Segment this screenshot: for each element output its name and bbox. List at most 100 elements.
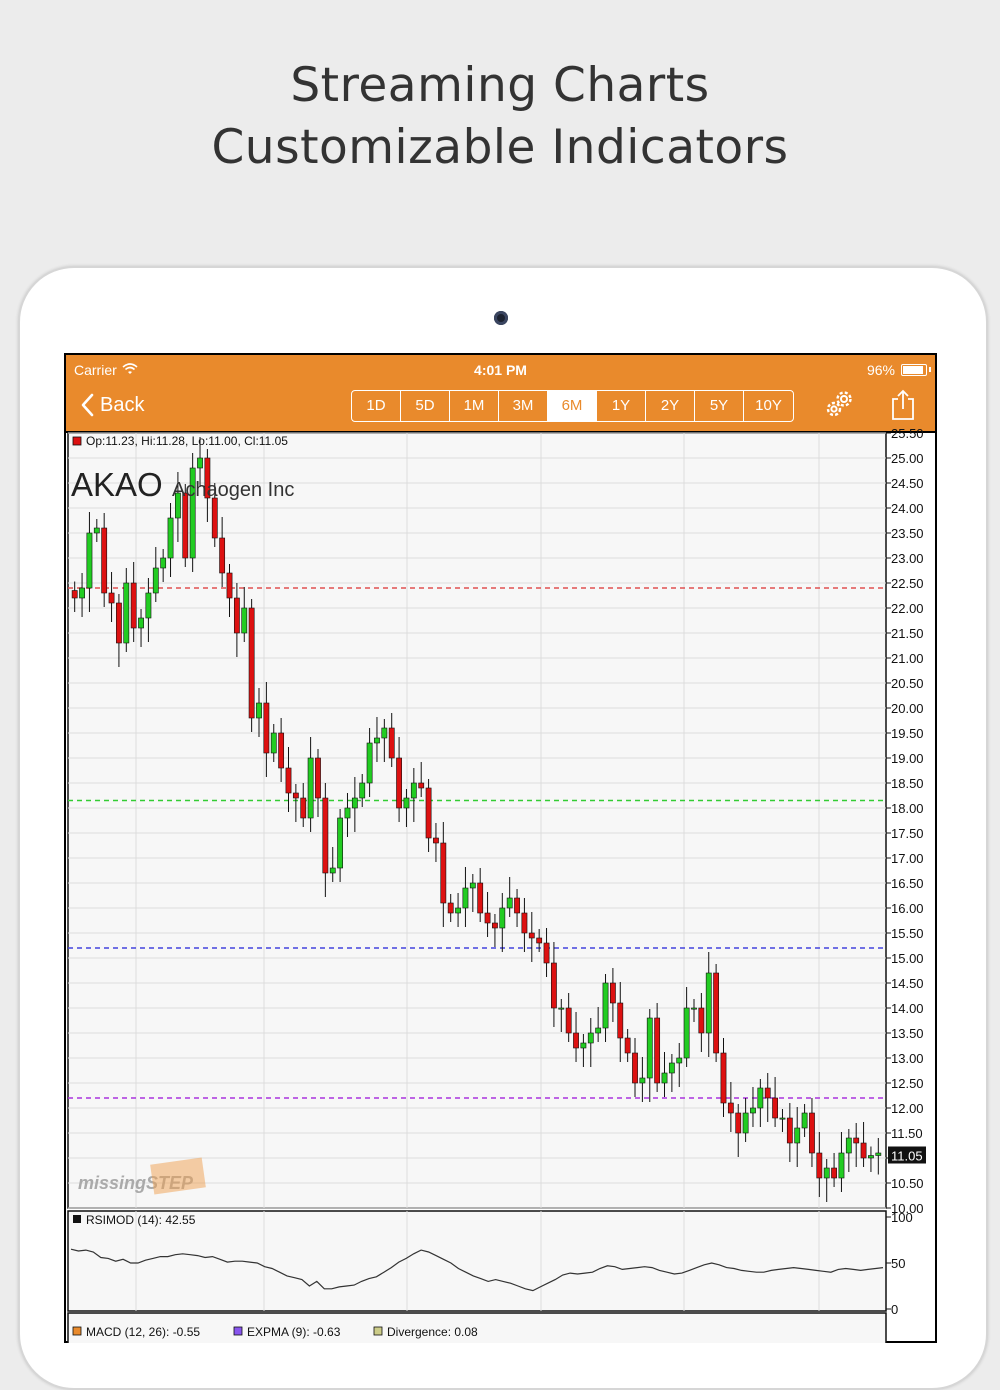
candle-body [860,1142,867,1159]
candle-body [691,1007,697,1010]
candle-body [794,1127,801,1144]
candle-body [410,782,417,799]
candle-body [440,842,447,904]
candle-body [823,1167,830,1179]
candle-body [108,592,115,604]
candle-body [351,797,358,809]
candle-body [219,537,226,574]
candle-body [145,592,152,619]
last-price-value: 11.05 [891,1149,923,1164]
candle-body [617,1002,624,1039]
candle-body [93,527,100,534]
candle-body [396,757,402,809]
candle-body [211,497,218,539]
y-tick-label: 19.50 [891,726,924,741]
candle-body [248,607,255,719]
candle-body [477,882,484,914]
y-tick-label: 25.50 [891,426,924,441]
candle-body [521,912,528,934]
candle-body [573,1032,579,1049]
y-tick-label: 22.50 [891,576,924,591]
candle-body [86,532,93,589]
y-tick-label: 24.00 [891,501,924,516]
ticker-symbol: AKAO [71,466,163,503]
candle-body [528,932,535,939]
divergence-label: Divergence: 0.08 [387,1325,478,1339]
candle-body [366,742,373,784]
candle-body [831,1167,837,1179]
candle-body [130,582,137,629]
candle-body [609,982,616,1004]
y-tick-label: 24.50 [891,476,924,491]
candle-body [698,1007,705,1034]
candle-body [307,757,314,819]
candle-body [138,617,144,629]
y-tick-label: 16.50 [891,876,924,891]
candle-body [727,1102,734,1114]
y-tick-label: 21.00 [891,651,924,666]
candle-body [735,1112,742,1134]
candle-body [624,1037,631,1054]
candle-body [551,962,557,1009]
candle-body [565,1007,572,1034]
y-tick-label: 20.00 [891,701,924,716]
candle-body [278,732,285,769]
candle-body [506,897,513,909]
candle-body [713,972,720,1054]
app-screen: Carrier 4:01 PM 96% Back 1D 5D 1M 3M 6M 1Y 2Y 5… [64,353,937,1343]
candle-body [602,982,609,1029]
candle-body [646,1017,653,1079]
candle-body [315,757,321,799]
y-tick-label: 15.00 [891,951,924,966]
rsi-marker [73,1215,81,1223]
candle-body [263,702,270,754]
rsi-tick-label: 100 [891,1210,913,1225]
candle-body [462,887,469,909]
candle-body [167,517,174,559]
y-tick-label: 22.00 [891,601,924,616]
candle-body [152,567,159,594]
candle-body [764,1087,771,1099]
candle-body [374,737,380,744]
candle-body [683,1007,690,1059]
headline-line-1: Streaming Charts [290,58,710,113]
candle-body [403,797,410,809]
chart-area[interactable]: 25.50 25.00 24.50 24.00 23.50 23.00 22.50 22.00… [64,353,937,1343]
candle-body [750,1107,756,1114]
candle-body [322,797,329,874]
candle-body [654,1017,661,1084]
rsi-label: RSIMOD (14): 42.55 [86,1213,196,1227]
candle-body [595,1027,602,1034]
candle-body [226,572,233,599]
candle-body [853,1137,860,1144]
candle-body [285,767,292,794]
candle-body [270,732,277,754]
company-name: Achaogen Inc [172,479,294,501]
candle-body [786,1117,793,1144]
y-tick-label: 17.00 [891,851,924,866]
candle-body [661,1072,668,1084]
candle-body [197,457,203,469]
candle-body [455,907,461,914]
y-tick-label: 17.50 [891,826,924,841]
y-tick-label: 12.00 [891,1101,924,1116]
y-tick-label: 20.50 [891,676,924,691]
candle-body [845,1137,852,1154]
candle-body [779,1117,786,1120]
candle-body [801,1112,808,1129]
candle-body [838,1152,845,1179]
candle-body [816,1152,823,1179]
candle-body [742,1112,749,1134]
candle-body [499,907,506,929]
candle-body [484,912,491,924]
candle-body [300,797,307,819]
candle-body [344,807,351,819]
y-tick-label: 16.00 [891,901,924,916]
y-tick-label: 14.50 [891,976,924,991]
y-tick-label: 18.50 [891,776,924,791]
candle-body [160,557,167,569]
rsi-tick-label: 0 [891,1302,898,1317]
macd-label: MACD (12, 26): -0.55 [86,1325,200,1339]
y-tick-label: 19.00 [891,751,924,766]
candle-body [676,1057,683,1064]
